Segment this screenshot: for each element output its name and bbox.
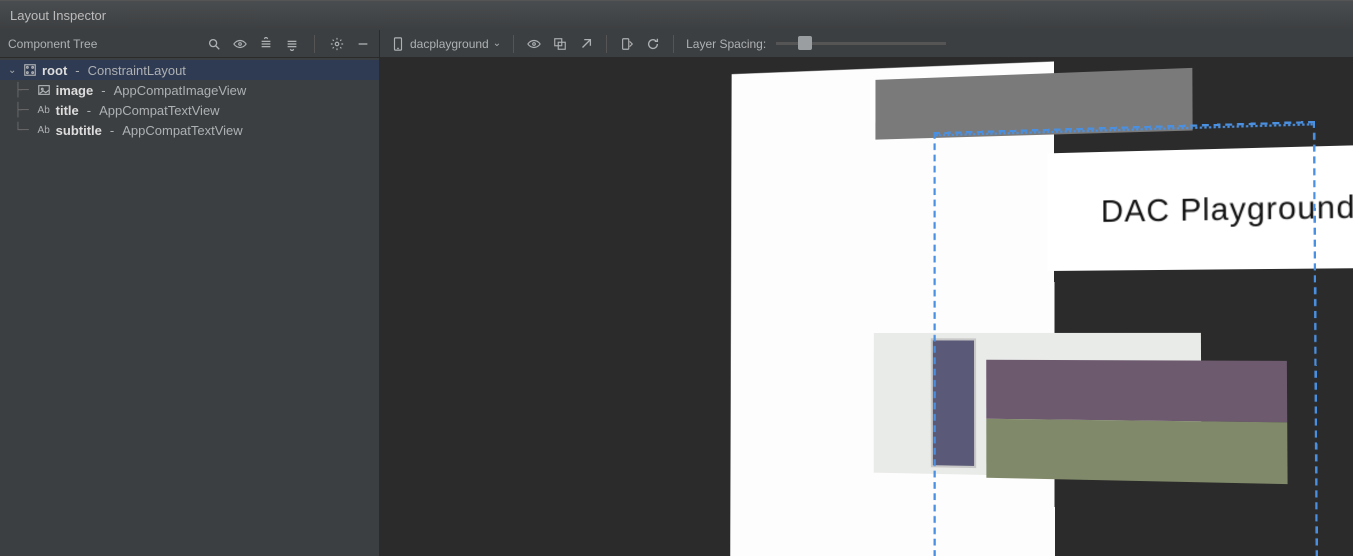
tree-node-image[interactable]: ├─ image - AppCompatImageView	[0, 80, 379, 100]
tree-node-root[interactable]: ⌄ root - ConstraintLayout	[0, 60, 379, 80]
separator	[314, 35, 315, 53]
node-type: AppCompatTextView	[99, 103, 219, 118]
tree-branch-icon: ├─	[14, 83, 28, 98]
device-icon	[390, 36, 406, 52]
process-selector[interactable]: dacplayground ⌄	[390, 36, 501, 52]
expand-all-icon[interactable]	[258, 36, 274, 52]
node-name: subtitle	[56, 123, 102, 138]
node-name: root	[42, 63, 67, 78]
layout-inspector-window: Layout Inspector Component Tree ⌄	[0, 0, 1353, 556]
separator	[673, 35, 674, 53]
collapse-all-icon[interactable]	[284, 36, 300, 52]
content-split: Component Tree ⌄ root - Constr	[0, 30, 1353, 556]
title-bar: Layout Inspector	[0, 0, 1353, 30]
tree-branch-icon: ├─	[14, 103, 28, 118]
text-icon: Ab	[36, 102, 52, 118]
eye-icon[interactable]	[232, 36, 248, 52]
component-tree[interactable]: ⌄ root - ConstraintLayout ├─ image - App…	[0, 58, 379, 556]
component-tree-panel: Component Tree ⌄ root - Constr	[0, 30, 380, 556]
node-type: AppCompatImageView	[114, 83, 247, 98]
gear-icon[interactable]	[329, 36, 345, 52]
layer-spacing-label: Layer Spacing:	[686, 37, 766, 51]
export-icon[interactable]	[578, 36, 594, 52]
node-type: AppCompatTextView	[122, 123, 242, 138]
node-name: title	[56, 103, 79, 118]
live-updates-icon[interactable]	[619, 36, 635, 52]
minimize-icon[interactable]	[355, 36, 371, 52]
process-name: dacplayground	[410, 37, 489, 51]
main-panel: dacplayground ⌄ Layer Spacing:	[380, 30, 1353, 556]
node-name: image	[56, 83, 94, 98]
tree-toolbar-icons	[206, 35, 371, 53]
layout-3d-scene: DAC Playground	[435, 58, 1353, 556]
component-tree-toolbar: Component Tree	[0, 30, 379, 58]
slider-track[interactable]	[776, 42, 946, 45]
node-type: ConstraintLayout	[88, 63, 186, 78]
refresh-icon[interactable]	[645, 36, 661, 52]
text-icon: Ab	[36, 122, 52, 138]
eye-icon[interactable]	[526, 36, 542, 52]
chevron-down-icon[interactable]: ⌄	[8, 65, 18, 76]
component-tree-label: Component Tree	[8, 37, 206, 51]
separator	[513, 35, 514, 53]
tree-node-title[interactable]: ├─ Ab title - AppCompatTextView	[0, 100, 379, 120]
layer-spacing-slider[interactable]	[776, 42, 946, 45]
tree-branch-icon: └─	[14, 123, 28, 138]
separator	[606, 35, 607, 53]
tree-node-subtitle[interactable]: └─ Ab subtitle - AppCompatTextView	[0, 120, 379, 140]
main-toolbar: dacplayground ⌄ Layer Spacing:	[380, 30, 1353, 58]
layout-3d-viewport[interactable]: DAC Playground	[380, 58, 1353, 556]
overlay-icon[interactable]	[552, 36, 568, 52]
slider-thumb[interactable]	[798, 36, 812, 50]
selection-bounds	[934, 121, 1319, 556]
layout-icon	[22, 62, 38, 78]
search-icon[interactable]	[206, 36, 222, 52]
image-icon	[36, 82, 52, 98]
window-title: Layout Inspector	[10, 8, 106, 23]
chevron-down-icon: ⌄	[493, 38, 501, 49]
